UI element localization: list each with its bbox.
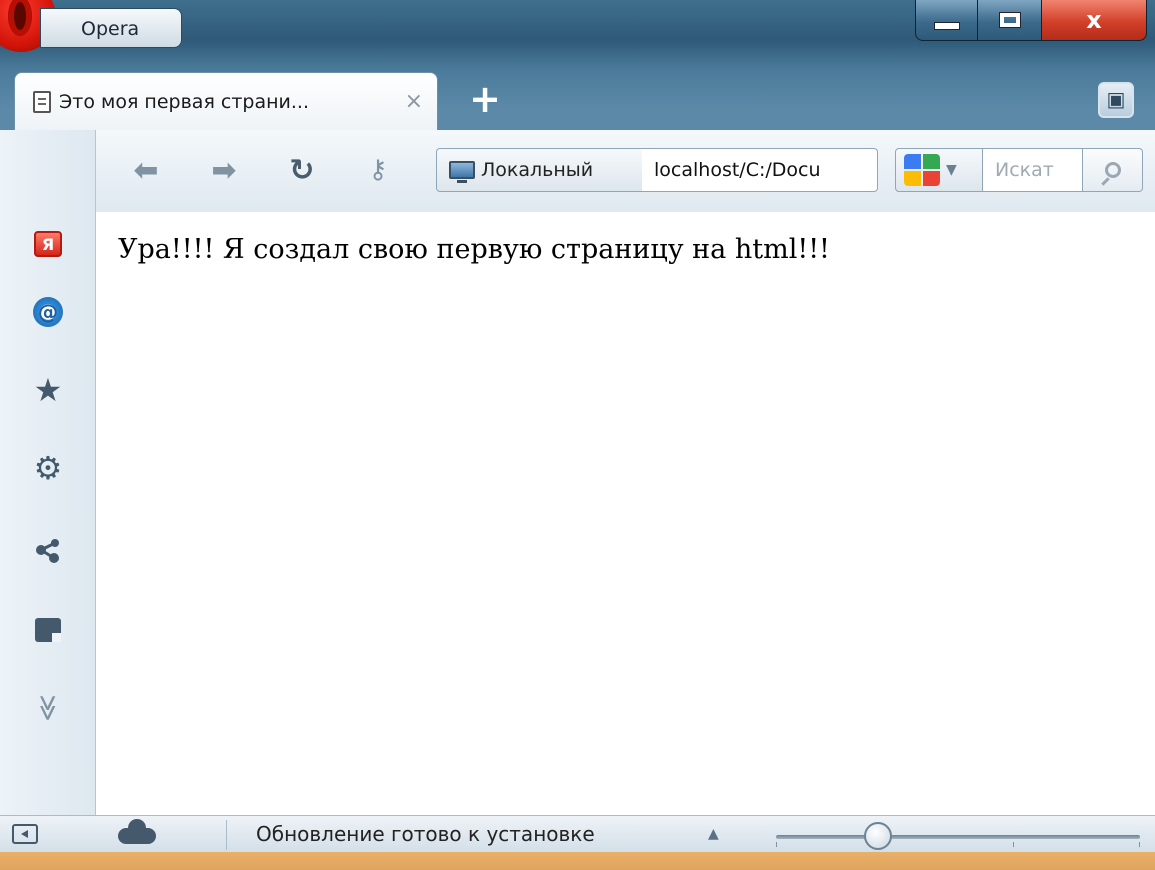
sidebar-item-bookmarks[interactable]: ★ (32, 374, 64, 406)
closed-tabs-trash-icon[interactable]: ▣ (1098, 82, 1134, 118)
opera-unite-cloud-icon[interactable] (118, 819, 156, 844)
sidebar-more-button[interactable]: ≫ (32, 692, 64, 724)
google-icon (904, 154, 940, 186)
zoom-slider[interactable] (776, 835, 1140, 839)
gear-icon: ⚙ (33, 449, 63, 487)
notes-icon (35, 618, 61, 642)
forward-icon[interactable]: ➡ (204, 150, 244, 190)
opera-menu-button[interactable]: Opera (40, 8, 182, 48)
panel-toggle-icon[interactable] (12, 824, 38, 844)
search-icon (1104, 162, 1121, 178)
unite-icon (36, 539, 59, 563)
minimize-button[interactable] (915, 0, 979, 41)
minimize-icon (934, 22, 960, 30)
site-info-label: Локальный (481, 159, 594, 181)
maximize-icon (999, 12, 1021, 28)
sidebar-item-settings[interactable]: ⚙ (32, 452, 64, 484)
search-engine-selector[interactable]: ▼ (895, 148, 983, 192)
tab-close-icon[interactable]: × (405, 89, 423, 114)
mail-icon: @ (33, 297, 63, 327)
document-icon (33, 90, 51, 113)
page-body-text: Ура!!!! Я создал свою первую страницу на… (118, 234, 830, 265)
sidebar-item-mail[interactable]: @ (32, 296, 64, 328)
zoom-slider-handle[interactable] (863, 822, 892, 850)
new-tab-button[interactable]: + (468, 80, 502, 118)
search-input[interactable]: Искат (983, 148, 1083, 192)
maximize-button[interactable] (977, 0, 1043, 41)
search-button[interactable] (1083, 148, 1143, 192)
zoom-tick (776, 842, 777, 847)
page-content: Ура!!!! Я создал свою первую страницу на… (96, 212, 1155, 815)
sidebar-item-yandex[interactable]: Я (32, 228, 64, 260)
address-field[interactable]: localhost/C:/Docu (642, 148, 878, 192)
back-icon[interactable]: ⬅ (126, 150, 166, 190)
site-info-button[interactable]: Локальный (436, 148, 643, 192)
sidebar-panel: Я @ ★ ⚙ ≫ (0, 130, 96, 815)
tab-title: Это моя первая страни... (59, 90, 310, 113)
browser-window: Opera x Это моя первая страни... × + ▣ ⬅… (0, 0, 1155, 852)
status-bar: Обновление готово к установке ▲ (0, 815, 1155, 852)
caret-up-icon[interactable]: ▲ (708, 826, 719, 842)
close-icon: x (1086, 6, 1102, 34)
key-icon[interactable]: ⚷ (356, 150, 400, 190)
chevron-double-down-icon: ≫ (33, 694, 63, 722)
close-window-button[interactable]: x (1041, 0, 1147, 41)
sidebar-item-unite[interactable] (32, 534, 64, 566)
tab-active[interactable]: Это моя первая страни... × (14, 72, 438, 130)
chevron-down-icon: ▼ (946, 162, 957, 178)
bookmarks-star-icon: ★ (33, 371, 63, 409)
zoom-tick (1139, 842, 1140, 847)
navigation-toolbar: ⬅ ➡ ↻ ⚷ Локальный localhost/C:/Docu ▼ Ис… (0, 130, 1155, 213)
zoom-tick (1013, 842, 1014, 847)
reload-icon[interactable]: ↻ (282, 150, 322, 190)
update-status-text[interactable]: Обновление готово к установке (256, 822, 595, 846)
sidebar-item-notes[interactable] (32, 614, 64, 646)
monitor-icon (449, 161, 475, 183)
desktop-background (0, 852, 1155, 870)
status-divider (226, 820, 227, 850)
yandex-icon: Я (34, 231, 62, 257)
